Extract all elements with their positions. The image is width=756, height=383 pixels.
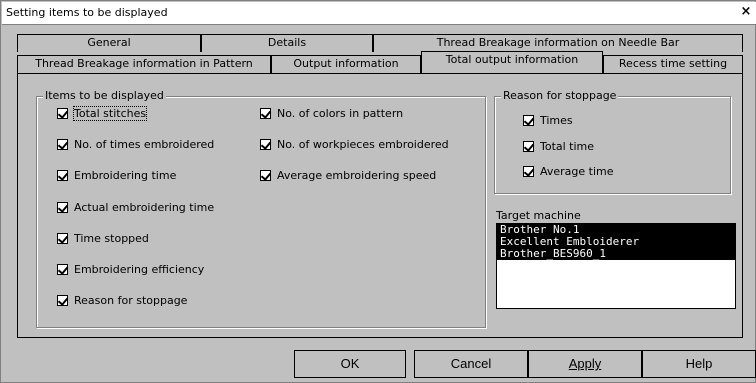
- checkbox-label: Average embroidering speed: [277, 169, 437, 182]
- checkbox-label: Total time: [540, 140, 595, 153]
- checkbox-checked-icon[interactable]: [260, 108, 271, 119]
- checkbox-checked-icon[interactable]: [57, 108, 68, 119]
- checkbox-label: No. of workpieces embroidered: [277, 138, 449, 151]
- checkbox-checked-icon[interactable]: [523, 166, 534, 177]
- tab-details[interactable]: Details: [201, 34, 373, 52]
- checkbox-time-stopped[interactable]: Time stopped: [57, 232, 149, 245]
- tab-recess-time-setting[interactable]: Recess time setting: [603, 55, 743, 73]
- checkbox-embroidering-time[interactable]: Embroidering time: [57, 169, 176, 182]
- cancel-button[interactable]: Cancel: [414, 350, 528, 378]
- checkbox-checked-icon[interactable]: [260, 170, 271, 181]
- checkbox-label: No. of colors in pattern: [277, 107, 404, 120]
- ok-button[interactable]: OK: [294, 350, 406, 378]
- items-group: Items to be displayed Total stitches No.…: [36, 89, 486, 328]
- checkbox-total-time[interactable]: Total time: [523, 140, 594, 153]
- checkbox-workpieces-embroidered[interactable]: No. of workpieces embroidered: [260, 138, 449, 151]
- checkbox-label: Total stitches: [72, 106, 148, 121]
- checkbox-checked-icon[interactable]: [523, 115, 534, 126]
- checkbox-total-stitches[interactable]: Total stitches: [57, 106, 148, 121]
- checkbox-average-embroidering-speed[interactable]: Average embroidering speed: [260, 169, 436, 182]
- reason-group-legend: Reason for stoppage: [501, 89, 619, 102]
- title-bar: Setting items to be displayed ×: [2, 2, 756, 25]
- checkbox-checked-icon[interactable]: [57, 233, 68, 244]
- checkbox-label: Average time: [540, 165, 614, 178]
- checkbox-label: Times: [540, 114, 573, 127]
- checkbox-label: Embroidering efficiency: [74, 263, 205, 276]
- checkbox-reason-for-stoppage[interactable]: Reason for stoppage: [57, 294, 187, 307]
- checkbox-checked-icon[interactable]: [57, 264, 68, 275]
- tab-thread-breakage-pattern[interactable]: Thread Breakage information in Pattern: [17, 55, 271, 73]
- reason-group: Reason for stoppage Times Total time Ave…: [494, 89, 731, 194]
- checkbox-times[interactable]: Times: [523, 114, 573, 127]
- checkbox-colors-in-pattern[interactable]: No. of colors in pattern: [260, 107, 403, 120]
- apply-button-label: Apply: [568, 356, 602, 371]
- window-title: Setting items to be displayed: [6, 6, 168, 19]
- checkbox-label: Embroidering time: [74, 169, 177, 182]
- checkbox-label: Actual embroidering time: [74, 201, 215, 214]
- help-button[interactable]: Help: [642, 350, 756, 378]
- checkbox-label: Time stopped: [74, 232, 149, 245]
- checkbox-label: No. of times embroidered: [74, 138, 215, 151]
- tab-panel: Items to be displayed Total stitches No.…: [17, 73, 743, 338]
- checkbox-actual-embroidering-time[interactable]: Actual embroidering time: [57, 201, 214, 214]
- checkbox-checked-icon[interactable]: [57, 139, 68, 150]
- checkbox-checked-icon[interactable]: [57, 295, 68, 306]
- checkbox-checked-icon[interactable]: [260, 139, 271, 150]
- tab-general[interactable]: General: [17, 34, 201, 52]
- checkbox-label: Reason for stoppage: [74, 294, 188, 307]
- target-machine-listbox[interactable]: Brother No.1 Excellent Embloiderer Broth…: [496, 223, 736, 309]
- checkbox-checked-icon[interactable]: [523, 141, 534, 152]
- dialog-window: Setting items to be displayed × General …: [0, 0, 756, 383]
- close-icon[interactable]: ×: [738, 4, 754, 20]
- checkbox-average-time[interactable]: Average time: [523, 165, 614, 178]
- checkbox-embroidering-efficiency[interactable]: Embroidering efficiency: [57, 263, 204, 276]
- apply-button[interactable]: Apply: [528, 350, 642, 378]
- items-group-legend: Items to be displayed: [43, 89, 166, 102]
- checkbox-checked-icon[interactable]: [57, 202, 68, 213]
- target-machine-label: Target machine: [496, 209, 581, 222]
- tab-total-output-information[interactable]: Total output information: [421, 51, 603, 73]
- checkbox-times-embroidered[interactable]: No. of times embroidered: [57, 138, 214, 151]
- list-item[interactable]: Brother_BES960_1: [497, 248, 735, 260]
- tab-output-information[interactable]: Output information: [271, 55, 421, 73]
- tab-thread-breakage-needle-bar[interactable]: Thread Breakage information on Needle Ba…: [373, 34, 743, 52]
- target-machine-section: Target machine Brother No.1 Excellent Em…: [496, 209, 736, 311]
- checkbox-checked-icon[interactable]: [57, 170, 68, 181]
